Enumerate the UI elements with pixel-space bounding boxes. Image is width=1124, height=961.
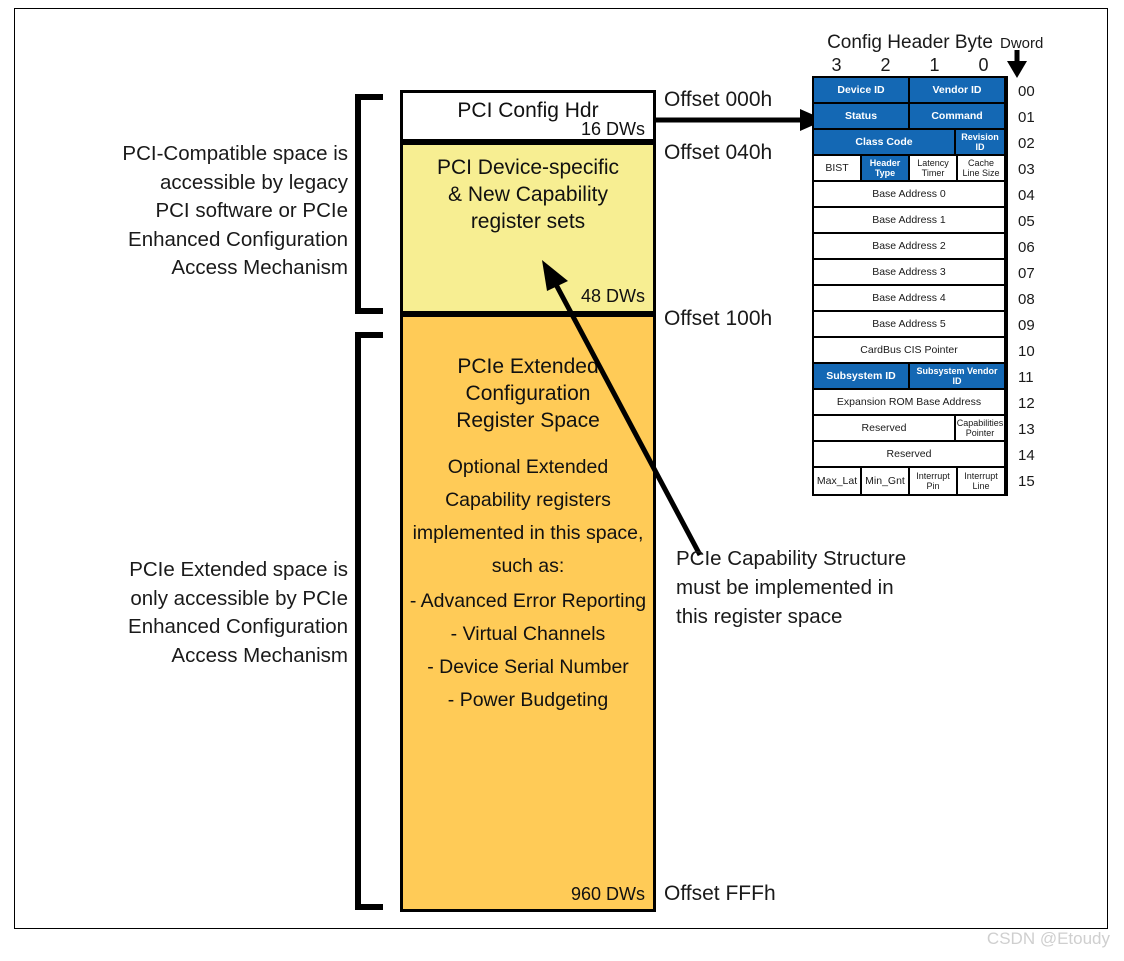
register-cell: Base Address 2 bbox=[814, 234, 1006, 258]
register-cell: Cache Line Size bbox=[958, 156, 1006, 180]
register-cell: Latency Timer bbox=[910, 156, 958, 180]
offset-label-device-specific: Offset 040h bbox=[664, 141, 773, 164]
pci-config-header-block: PCI Config Hdr 16 DWs bbox=[400, 90, 656, 142]
dword-number: 13 bbox=[1018, 420, 1035, 438]
offset-start-arrow bbox=[655, 109, 825, 131]
byte-header-2: 2 bbox=[880, 55, 891, 75]
register-row: Base Address 1 05 bbox=[814, 208, 1035, 234]
register-cell: CardBus CIS Pointer bbox=[814, 338, 1006, 362]
register-cell: Base Address 3 bbox=[814, 260, 1006, 284]
register-cell: Subsystem ID bbox=[814, 364, 910, 388]
register-row: BIST Header Type Latency Timer Cache Line S… bbox=[814, 156, 1035, 182]
register-cell: Interrupt Pin bbox=[910, 468, 958, 494]
dword-number: 14 bbox=[1018, 446, 1035, 464]
register-row: Status Command 01 bbox=[814, 104, 1035, 130]
dword-number: 06 bbox=[1018, 238, 1035, 256]
offset-label-end: Offset FFFh bbox=[664, 882, 776, 905]
register-cell: Min_Gnt bbox=[862, 468, 910, 494]
register-cell: Subsystem Vendor ID bbox=[910, 364, 1006, 388]
register-row: Base Address 2 06 bbox=[814, 234, 1035, 260]
pci-device-specific-title: PCI Device-specific & New Capability reg… bbox=[436, 156, 620, 233]
dword-number: 11 bbox=[1018, 368, 1034, 386]
register-row: Base Address 5 09 bbox=[814, 312, 1035, 338]
register-cell: Command bbox=[910, 104, 1006, 128]
dword-number: 04 bbox=[1018, 186, 1035, 204]
dword-number: 08 bbox=[1018, 290, 1035, 308]
register-row: Device ID Vendor ID 00 bbox=[814, 78, 1035, 104]
dword-number: 07 bbox=[1018, 264, 1035, 282]
config-header-byte-caption: Config Header Byte bbox=[827, 32, 993, 53]
pci-config-header-size: 16 DWs bbox=[580, 119, 645, 139]
register-cell: Expansion ROM Base Address bbox=[814, 390, 1006, 414]
register-cell: BIST bbox=[814, 156, 862, 180]
dword-number: 12 bbox=[1018, 394, 1035, 412]
register-cell: Base Address 5 bbox=[814, 312, 1006, 336]
register-row: Base Address 3 07 bbox=[814, 260, 1035, 286]
register-row: Reserved 14 bbox=[814, 442, 1035, 468]
register-cell: Base Address 0 bbox=[814, 182, 1006, 206]
pcie-capability-structure-note: PCIe Capability Structure must be implem… bbox=[676, 547, 907, 628]
dword-number: 03 bbox=[1018, 160, 1035, 178]
register-cell: Class Code bbox=[814, 130, 956, 154]
register-row: Base Address 4 08 bbox=[814, 286, 1035, 312]
register-row: Base Address 0 04 bbox=[814, 182, 1035, 208]
pcie-extended-capability-list: - Advanced Error Reporting - Virtual Cha… bbox=[409, 590, 647, 711]
register-row: Subsystem ID Subsystem Vendor ID 11 bbox=[814, 364, 1034, 390]
pcie-extended-size: 960 DWs bbox=[570, 884, 645, 904]
dword-number: 09 bbox=[1018, 316, 1035, 334]
pci-compatible-description: PCI-Compatible space is accessible by le… bbox=[122, 142, 348, 279]
register-cell: Base Address 1 bbox=[814, 208, 1006, 232]
register-cell: Header Type bbox=[862, 156, 910, 180]
register-row: Class Code Revision ID 02 bbox=[814, 130, 1035, 156]
register-cell: Revision ID bbox=[956, 130, 1006, 154]
register-cell: Device ID bbox=[814, 78, 910, 102]
register-cell: Reserved bbox=[814, 442, 1006, 466]
pcie-extended-description: PCIe Extended space is only accessible b… bbox=[128, 558, 348, 667]
register-cell: Capabilities Pointer bbox=[956, 416, 1006, 440]
dword-number: 15 bbox=[1018, 472, 1035, 490]
byte-column-headers: 3 2 1 0 bbox=[812, 55, 1008, 76]
dword-number: 10 bbox=[1018, 342, 1035, 360]
dword-number: 05 bbox=[1018, 212, 1035, 230]
register-cell: Vendor ID bbox=[910, 78, 1006, 102]
diagram-canvas: PCI-Compatible space is accessible by le… bbox=[0, 0, 1124, 961]
register-row: CardBus CIS Pointer 10 bbox=[814, 338, 1035, 364]
register-cell: Reserved bbox=[814, 416, 956, 440]
register-row: Max_Lat Min_Gnt Interrupt Pin Interrupt Lin… bbox=[814, 468, 1035, 494]
pcie-extended-bracket bbox=[355, 332, 383, 910]
capability-structure-arrow bbox=[542, 260, 703, 557]
register-cell: Max_Lat bbox=[814, 468, 862, 494]
dword-number: 01 bbox=[1018, 108, 1035, 126]
register-row: Expansion ROM Base Address 12 bbox=[814, 390, 1035, 416]
register-cell: Base Address 4 bbox=[814, 286, 1006, 310]
byte-header-3: 3 bbox=[831, 55, 842, 75]
watermark: CSDN @Etoudy bbox=[986, 929, 1110, 948]
dword-number: 00 bbox=[1018, 82, 1035, 100]
register-cell: Interrupt Line bbox=[958, 468, 1006, 494]
register-cell: Status bbox=[814, 104, 910, 128]
byte-header-1: 1 bbox=[929, 55, 940, 75]
dword-number: 02 bbox=[1018, 134, 1035, 152]
register-row: Reserved Capabilities Pointer 13 bbox=[814, 416, 1035, 442]
pci-config-register-table: Device ID Vendor ID 00 Status Command 01 Class… bbox=[812, 76, 1035, 496]
pci-compatible-bracket bbox=[355, 94, 383, 314]
byte-header-0: 0 bbox=[978, 55, 989, 75]
